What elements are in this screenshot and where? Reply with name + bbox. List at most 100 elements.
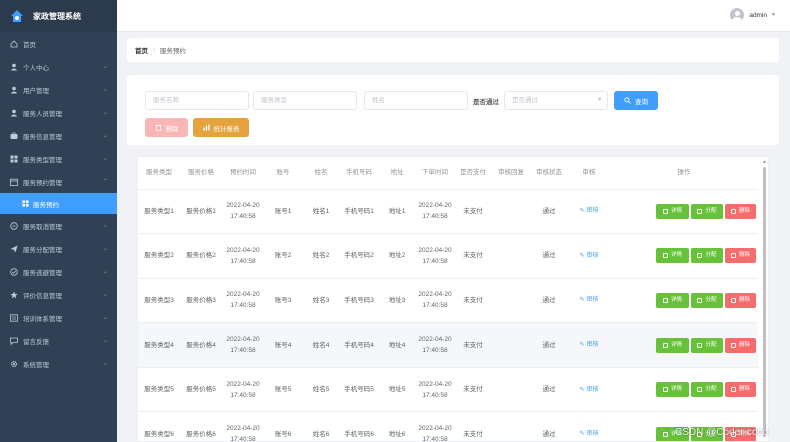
cell-account: 账号6 [264,411,302,441]
user-menu[interactable]: admin ▼ [730,8,776,22]
audit-link[interactable]: ✎ 审核 [579,295,598,306]
table-row[interactable]: 服务类型1 服务价格1 2022-04-20 17:40:58 账号1 姓名1 手机号码1… [138,189,758,235]
chevron-down-icon[interactable]: ▼ [597,97,602,103]
detail-button[interactable]: 详情 [656,203,689,219]
column-header: 地址 [378,157,416,190]
delete-button[interactable]: 删除 [725,203,756,219]
cell-phone: 手机号码6 [340,411,378,441]
sidebar-item-6[interactable]: 服务预约管理 ⌃ [0,170,117,193]
sidebar-subitem-service-booking[interactable]: 服务预约 [0,193,117,214]
cell-service-type: 服务类型1 [138,189,180,235]
edit-icon: ✎ [579,386,585,393]
document-icon [697,297,703,303]
approval-select[interactable] [504,91,608,110]
audit-link[interactable]: ✎ 审核 [579,206,598,217]
table-row[interactable]: 服务类型5 服务价格5 2022-04-20 17:40:58 账号5 姓名5 手机号码5… [138,367,758,413]
chevron-down-icon: ⌄ [102,133,108,139]
cell-address: 地址4 [378,322,416,368]
detail-button[interactable]: 详情 [656,382,689,398]
delete-button[interactable]: 删除 [725,337,756,353]
detail-button[interactable]: 详情 [656,248,689,264]
document-icon [662,387,668,393]
breadcrumb-home[interactable]: 首页 [135,45,148,55]
assign-button[interactable]: 分配 [691,203,723,219]
avatar[interactable] [730,8,745,22]
sidebar-item-3[interactable]: 服务人员管理 ⌄ [0,101,117,124]
sidebar-item-7[interactable]: 服务取消管理 ⌄ [0,214,117,237]
cell-address: 地址1 [378,189,416,235]
message-icon [10,337,18,345]
cell-service-type: 服务类型5 [138,367,180,413]
query-button[interactable]: 查询 [614,91,658,110]
table-row[interactable]: 服务类型3 服务价格3 2022-04-20 17:40:58 账号3 姓名3 手机号码3… [138,278,758,324]
assign-button[interactable]: 分配 [691,292,723,308]
column-header: 姓名 [302,157,340,190]
audit-link[interactable]: ✎ 审核 [579,429,598,440]
assign-button[interactable]: 分配 [691,382,723,398]
document-icon [662,431,668,437]
cell-audit-reply [492,322,530,368]
cell-audit-status: 通过 [530,411,568,441]
sidebar-item-8[interactable]: 服务分配管理 ⌄ [0,237,117,260]
check-circle-icon [10,267,18,276]
username[interactable]: admin [749,12,767,19]
sidebar-item-12[interactable]: 留言反馈 ⌄ [0,329,117,352]
assign-button[interactable]: 分配 [691,337,723,353]
cell-address: 地址6 [378,411,416,441]
cell-service-type: 服务类型2 [138,233,180,279]
cell-account: 账号3 [264,278,302,324]
cell-account: 账号5 [264,367,302,413]
sidebar-item-5[interactable]: 服务类型管理 ⌄ [0,147,117,170]
report-button[interactable]: 统计报表 [193,118,249,137]
table-row[interactable]: 服务类型6 服务价格6 2022-04-20 17:40:58 账号6 姓名6 手机号码6… [138,411,758,441]
chevron-down-icon: ⌄ [102,87,108,93]
assign-button[interactable]: 分配 [691,248,723,264]
home-icon [10,39,18,48]
cell-audit-status: 通过 [530,322,568,368]
name-input[interactable] [364,91,468,110]
service-type-input[interactable] [253,91,357,110]
table-row[interactable]: 服务类型4 服务价格4 2022-04-20 17:40:58 账号4 姓名4 手机号码4… [138,322,758,368]
sidebar-item-2[interactable]: 用户管理 ⌄ [0,78,117,101]
cell-booking-time: 2022-04-20 17:40:58 [222,411,264,441]
delete-button[interactable]: 删除 [725,248,756,264]
cell-address: 地址2 [378,233,416,279]
audit-link[interactable]: ✎ 审核 [579,251,598,262]
audit-link[interactable]: ✎ 审核 [579,385,598,396]
sidebar-item-10[interactable]: 评价信息管理 ⌄ [0,283,117,306]
sidebar-item-label: 服务取消管理 [23,223,62,231]
sidebar-item-4[interactable]: 服务信息管理 ⌄ [0,124,117,147]
cell-actions: 详情 分配 删除 [610,367,758,413]
sidebar-item-11[interactable]: 培训体系管理 ⌄ [0,306,117,329]
service-name-input[interactable] [145,91,249,110]
cell-actions: 详情 分配 删除 [610,189,758,235]
delete-button[interactable]: 删除 [725,292,756,308]
cell-phone: 手机号码2 [340,233,378,279]
cell-service-price: 服务价格6 [180,411,222,441]
sidebar-item-13[interactable]: 系统管理 ⌄ [0,352,117,375]
edit-icon: ✎ [579,431,585,438]
document-icon [697,342,703,348]
sidebar-item-9[interactable]: 服务逃避管理 ⌄ [0,260,117,283]
cell-order-time: 2022-04-20 17:40:58 [416,411,454,441]
sidebar-item-0[interactable]: 首页 [0,32,117,55]
cell-audit: ✎ 审核 [568,322,610,368]
detail-button[interactable]: 详情 [656,292,689,308]
vertical-scrollbar[interactable] [763,167,766,437]
cell-service-type: 服务类型3 [138,278,180,324]
detail-button[interactable]: 详情 [656,337,689,353]
batch-delete-button[interactable]: 删除 [145,118,188,137]
cell-phone: 手机号码1 [340,189,378,235]
audit-link[interactable]: ✎ 审核 [579,340,598,351]
cell-service-price: 服务价格3 [180,278,222,324]
sidebar-item-1[interactable]: 个人中心 ⌄ [0,55,117,78]
table-row[interactable]: 服务类型2 服务价格2 2022-04-20 17:40:58 账号2 姓名2 手机号码2… [138,233,758,279]
column-header: 手机号码 [340,157,378,190]
scroll-up-arrow[interactable]: ▲ [762,159,767,165]
delete-button[interactable]: 删除 [725,382,756,398]
grid-icon [10,155,18,163]
edit-icon: ✎ [579,342,585,349]
cell-audit: ✎ 审核 [568,189,610,235]
cell-audit-status: 通过 [530,233,568,279]
chevron-down-icon[interactable]: ▼ [771,12,776,18]
